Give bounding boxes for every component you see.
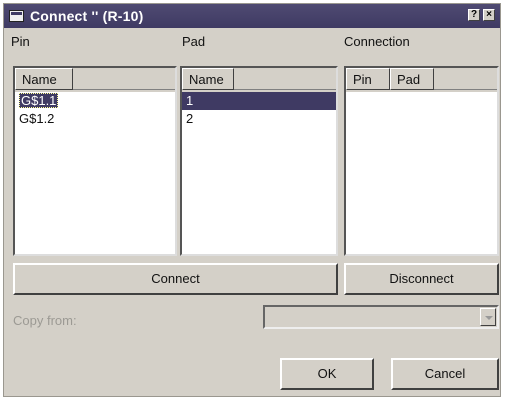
list-item[interactable]: G$1.1 <box>15 92 175 110</box>
window-title: Connect '' (R-10) <box>30 8 144 24</box>
connection-listbox[interactable]: Pin Pad <box>344 66 499 256</box>
copy-from-label: Copy from: <box>13 313 77 328</box>
disconnect-button[interactable]: Disconnect <box>344 263 499 295</box>
pin-label: Pin <box>11 34 30 49</box>
list-item[interactable]: 2 <box>182 110 336 128</box>
pad-label: Pad <box>182 34 206 49</box>
pad-list-header: Name <box>182 68 336 92</box>
connection-pad-column-header[interactable]: Pad <box>390 68 434 90</box>
ok-button[interactable]: OK <box>280 358 374 390</box>
pin-name-column-header[interactable]: Name <box>15 68 73 90</box>
list-item[interactable]: G$1.2 <box>15 110 175 128</box>
close-icon[interactable]: × <box>483 9 495 21</box>
help-icon[interactable]: ? <box>468 9 480 21</box>
list-item[interactable]: 1 <box>182 92 336 110</box>
connection-list-header: Pin Pad <box>346 68 497 92</box>
cancel-button[interactable]: Cancel <box>391 358 499 390</box>
pad-name-column-header[interactable]: Name <box>182 68 234 90</box>
pin-list-header: Name <box>15 68 175 92</box>
connect-button[interactable]: Connect <box>13 263 338 295</box>
pad-listbox[interactable]: Name 1 2 <box>180 66 338 256</box>
chevron-down-icon[interactable] <box>480 308 496 326</box>
window-icon <box>9 10 24 22</box>
connection-pin-column-header[interactable]: Pin <box>346 68 390 90</box>
title-bar[interactable]: Connect '' (R-10) ? × <box>4 4 500 28</box>
pin-listbox[interactable]: Name G$1.1 G$1.2 <box>13 66 177 256</box>
connection-label: Connection <box>344 34 410 49</box>
connect-dialog: Connect '' (R-10) ? × Pin Pad Connection… <box>3 3 501 397</box>
copy-from-combobox[interactable] <box>263 305 499 329</box>
